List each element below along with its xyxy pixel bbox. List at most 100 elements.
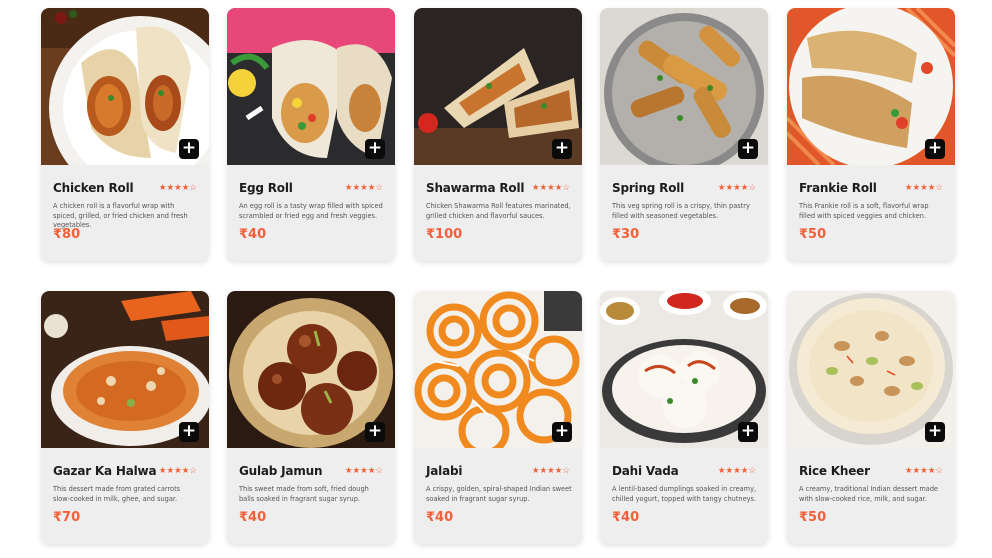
rating-stars: ★ ★ ★ ★ ☆	[905, 467, 943, 476]
star-filled-icon: ★	[920, 465, 928, 476]
gazar-ka-halwa-photo: +	[41, 291, 209, 448]
item-price: ₹50	[799, 510, 827, 525]
add-to-cart-button[interactable]: +	[179, 422, 199, 442]
item-name: Gulab Jamun	[239, 464, 323, 478]
food-card-spring-roll[interactable]: + Spring Roll ★ ★ ★ ★ ☆ This veg spring roll…	[600, 8, 768, 261]
add-to-cart-button[interactable]: +	[738, 422, 758, 442]
star-empty-icon: ☆	[375, 182, 383, 193]
item-price: ₹100	[426, 227, 463, 242]
plus-icon: +	[181, 421, 197, 441]
item-name: Chicken Roll	[53, 181, 134, 195]
star-filled-icon: ★	[733, 465, 741, 476]
plus-icon: +	[554, 138, 570, 158]
add-to-cart-button[interactable]: +	[179, 139, 199, 159]
star-filled-icon: ★	[531, 465, 540, 476]
item-description: This veg spring roll is a crispy, thin p…	[612, 202, 750, 220]
item-price: ₹70	[53, 510, 81, 525]
star-filled-icon: ★	[717, 182, 726, 193]
add-to-cart-button[interactable]: +	[925, 139, 945, 159]
star-filled-icon: ★	[547, 182, 555, 193]
star-filled-icon: ★	[554, 465, 563, 476]
food-card-dahi-vada[interactable]: + Dahi Vada ★ ★ ★ ★ ☆ A lentil-based dumplin…	[600, 291, 768, 544]
star-filled-icon: ★	[166, 182, 175, 193]
star-filled-icon: ★	[352, 465, 361, 476]
plus-icon: +	[927, 421, 943, 441]
plus-icon: +	[181, 138, 197, 158]
rating-stars: ★ ★ ★ ★ ☆	[718, 184, 756, 193]
rating-stars: ★ ★ ★ ★ ☆	[159, 467, 197, 476]
rating-stars: ★ ★ ★ ★ ☆	[345, 184, 383, 193]
star-empty-icon: ☆	[562, 465, 570, 476]
item-name: Jalabi	[426, 464, 463, 478]
plus-icon: +	[740, 138, 756, 158]
star-empty-icon: ☆	[935, 182, 943, 193]
food-card-frankie-roll[interactable]: + Frankie Roll ★ ★ ★ ★ ☆ This Frankie roll i…	[787, 8, 955, 261]
star-filled-icon: ★	[352, 182, 361, 193]
item-name: Rice Kheer	[799, 464, 870, 478]
item-name: Spring Roll	[612, 181, 685, 195]
star-filled-icon: ★	[360, 182, 368, 193]
star-empty-icon: ☆	[748, 182, 756, 193]
star-filled-icon: ★	[912, 182, 921, 193]
star-filled-icon: ★	[717, 465, 726, 476]
food-card-rice-kheer[interactable]: + Rice Kheer ★ ★ ★ ★ ☆ A creamy, traditional…	[787, 291, 955, 544]
plus-icon: +	[554, 421, 570, 441]
add-to-cart-button[interactable]: +	[552, 139, 572, 159]
item-price: ₹40	[426, 510, 454, 525]
item-description: Chicken Shawarma Roll features marinated…	[426, 202, 571, 220]
star-filled-icon: ★	[927, 182, 936, 193]
frankie-roll-photo: +	[787, 8, 955, 165]
rice-kheer-photo: +	[787, 291, 955, 448]
item-price: ₹50	[799, 227, 827, 242]
rating-stars: ★ ★ ★ ★ ☆	[345, 467, 383, 476]
item-price: ₹40	[612, 510, 640, 525]
star-empty-icon: ☆	[562, 182, 570, 193]
food-card-jalabi[interactable]: + Jalabi ★ ★ ★ ★ ☆ A crispy, golden, spiral-…	[414, 291, 582, 544]
food-card-gulab-jamun[interactable]: + Gulab Jamun ★ ★ ★ ★ ☆ This sweet made from…	[227, 291, 395, 544]
star-empty-icon: ☆	[375, 465, 383, 476]
item-name: Gazar Ka Halwa	[53, 464, 157, 478]
item-description: A creamy, traditional Indian dessert mad…	[799, 485, 939, 503]
item-description: This sweet made from soft, fried dough b…	[239, 485, 369, 503]
jalabi-photo: +	[414, 291, 582, 448]
item-price: ₹80	[53, 227, 81, 242]
star-filled-icon: ★	[904, 182, 913, 193]
item-description: This Frankie roll is a soft, flavorful w…	[799, 202, 929, 220]
star-filled-icon: ★	[174, 465, 182, 476]
spring-roll-photo: +	[600, 8, 768, 165]
star-filled-icon: ★	[740, 182, 749, 193]
food-card-egg-roll[interactable]: + Egg Roll ★ ★ ★ ★ ☆ An egg roll is a tasty …	[227, 8, 395, 261]
star-filled-icon: ★	[360, 465, 368, 476]
star-filled-icon: ★	[344, 465, 353, 476]
item-name: Frankie Roll	[799, 181, 877, 195]
star-filled-icon: ★	[904, 465, 913, 476]
chicken-roll-photo: +	[41, 8, 209, 165]
item-description: A crispy, golden, spiral-shaped Indian s…	[426, 485, 572, 503]
add-to-cart-button[interactable]: +	[925, 422, 945, 442]
star-filled-icon: ★	[927, 465, 936, 476]
star-filled-icon: ★	[725, 465, 734, 476]
star-filled-icon: ★	[725, 182, 734, 193]
food-card-shawarma-roll[interactable]: + Shawarma Roll ★ ★ ★ ★ ☆ Chicken Shawarma R…	[414, 8, 582, 261]
item-description: This dessert made from grated carrots sl…	[53, 485, 181, 503]
star-filled-icon: ★	[181, 465, 190, 476]
food-card-chicken-roll[interactable]: + Chicken Roll ★ ★ ★ ★ ☆ A chicken roll is a…	[41, 8, 209, 261]
item-price: ₹40	[239, 510, 267, 525]
star-filled-icon: ★	[344, 182, 353, 193]
add-to-cart-button[interactable]: +	[552, 422, 572, 442]
star-empty-icon: ☆	[748, 465, 756, 476]
add-to-cart-button[interactable]: +	[365, 422, 385, 442]
add-to-cart-button[interactable]: +	[365, 139, 385, 159]
star-filled-icon: ★	[912, 465, 921, 476]
star-filled-icon: ★	[531, 182, 540, 193]
item-description: An egg roll is a tasty wrap filled with …	[239, 202, 383, 220]
star-filled-icon: ★	[554, 182, 563, 193]
add-to-cart-button[interactable]: +	[738, 139, 758, 159]
star-filled-icon: ★	[740, 465, 749, 476]
food-card-gazar-ka-halwa[interactable]: + Gazar Ka Halwa ★ ★ ★ ★ ☆ This dessert made…	[41, 291, 209, 544]
star-filled-icon: ★	[158, 465, 167, 476]
star-empty-icon: ☆	[189, 182, 197, 193]
star-filled-icon: ★	[733, 182, 741, 193]
star-filled-icon: ★	[181, 182, 190, 193]
star-filled-icon: ★	[174, 182, 182, 193]
